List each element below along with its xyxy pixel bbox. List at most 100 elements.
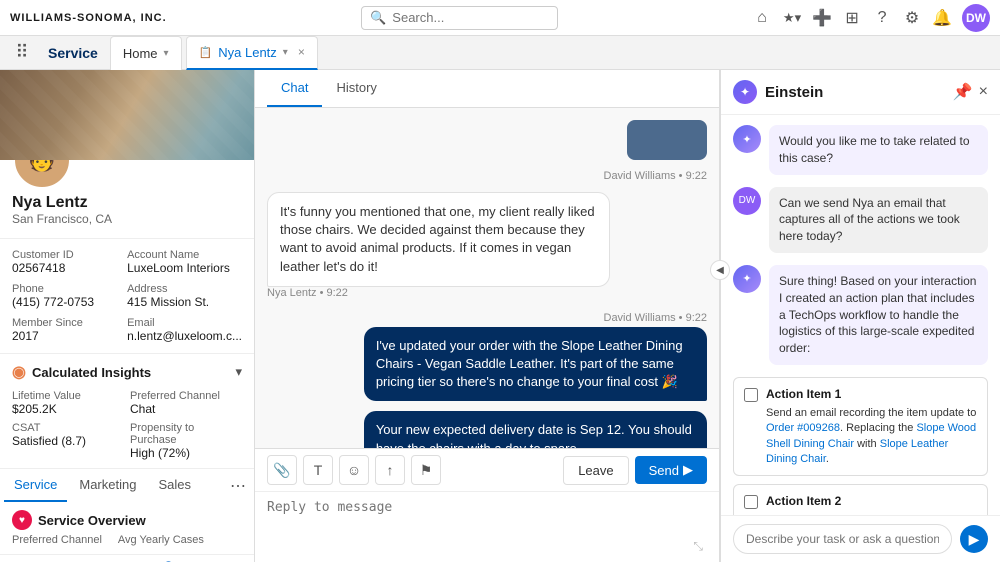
member-since-value: 2017 <box>12 329 119 343</box>
emoji-button[interactable]: ☺ <box>339 455 369 485</box>
left-panel-tabs: Service Marketing Sales ⋯ <box>0 468 254 502</box>
attach-button[interactable]: 📎 <box>267 455 297 485</box>
einstein-send-button[interactable]: ▶ <box>960 525 988 553</box>
action-2-content: Action Item 2 Order #009268 is a large-s… <box>766 493 977 515</box>
einstein-msg-2-text: Sure thing! Based on your interaction I … <box>769 265 988 365</box>
action-1-order-link[interactable]: Order #009268 <box>766 422 840 434</box>
tab-bar: ⠿ Service Home ▾ 📋 Nya Lentz ▾ × <box>0 36 1000 70</box>
einstein-input[interactable] <box>733 524 952 554</box>
message-2-bubble: I've updated your order with the Slope L… <box>364 327 707 402</box>
preferred-channel-value: Chat <box>130 402 242 416</box>
csat-label: CSAT <box>12 422 124 434</box>
action-2-checkbox[interactable] <box>744 495 758 509</box>
collapse-button[interactable]: ◀ <box>710 260 730 280</box>
customer-tab[interactable]: 📋 Nya Lentz ▾ × <box>186 36 318 70</box>
avg-yearly-cases-col: Avg Yearly Cases <box>118 534 204 546</box>
customer-location: San Francisco, CA <box>12 212 242 226</box>
member-since-group: Member Since 2017 <box>12 317 119 343</box>
email-value: n.lentz@luxeloom.c... <box>127 329 242 343</box>
main-layout: 🧑 Nya Lentz San Francisco, CA Customer I… <box>0 70 1000 562</box>
favorites-icon[interactable]: ★▾ <box>782 8 802 28</box>
marketing-sub-tab[interactable]: Marketing <box>69 469 146 502</box>
help-icon[interactable]: ? <box>872 8 892 28</box>
address-value: 415 Mission St. <box>127 295 242 309</box>
einstein-title: Einstein <box>765 84 945 101</box>
transfer-button[interactable]: ↑ <box>375 455 405 485</box>
search-icon: 🔍 <box>370 10 386 26</box>
preferred-channel-item: Preferred Channel Chat <box>130 390 242 416</box>
service-sub-tab[interactable]: Service <box>4 469 67 502</box>
image-bubble <box>627 120 707 160</box>
home-tab[interactable]: Home ▾ <box>110 36 182 70</box>
email-group: Email n.lentz@luxeloom.c... <box>127 317 242 343</box>
preferred-channel-label: Preferred Channel <box>130 390 242 402</box>
einstein-close-button[interactable]: × <box>979 83 988 101</box>
preferred-channel-col: Preferred Channel <box>12 534 102 546</box>
message-2-meta: David Williams • 9:22 <box>604 312 708 324</box>
propensity-value: High (72%) <box>130 446 242 460</box>
top-nav: WILLIAMS-SONOMA, INC. 🔍 ⌂ ★▾ ➕ ⊞ ? ⚙ 🔔 D… <box>0 0 1000 36</box>
more-tabs-button[interactable]: ⋯ <box>226 472 250 500</box>
sales-sub-tab[interactable]: Sales <box>148 469 201 502</box>
grid-nav-icon[interactable]: ⊞ <box>842 8 862 28</box>
user-avatar[interactable]: DW <box>962 4 990 32</box>
home-tab-dropdown-icon[interactable]: ▾ <box>164 48 169 59</box>
add-icon[interactable]: ➕ <box>812 8 832 28</box>
csat-item: CSAT Satisfied (8.7) <box>12 422 124 460</box>
einstein-msg-1: ✦ Would you like me to take related to t… <box>733 125 988 175</box>
lifetime-value-value: $205.2K <box>12 402 124 416</box>
user-msg-1-text: Can we send Nya an email that captures a… <box>769 187 988 253</box>
chat-tab[interactable]: Chat <box>267 70 322 107</box>
einstein-header: ✦ Einstein 📌 × <box>721 70 1000 115</box>
message-1-bubble: It's funny you mentioned that one, my cl… <box>267 192 610 287</box>
insights-expand-icon[interactable]: ▾ <box>235 364 242 380</box>
action-2-title: Action Item 2 <box>766 493 977 510</box>
action-1-text-3: with <box>854 438 880 450</box>
einstein-logo-icon: ✦ <box>733 80 757 104</box>
image-message-row <box>267 120 707 160</box>
reply-input[interactable] <box>267 500 707 536</box>
customer-tab-close-icon[interactable]: × <box>298 45 305 59</box>
insights-section: ◉ Calculated Insights ▾ Lifetime Value $… <box>0 353 254 468</box>
message-3-bubble: Your new expected delivery date is Sep 1… <box>364 411 707 448</box>
einstein-pin-button[interactable]: 📌 <box>953 82 973 102</box>
action-1-text-2: . Replacing the <box>840 422 916 434</box>
insights-title: ◉ Calculated Insights <box>12 362 151 382</box>
action-1-text-1: Send an email recording the item update … <box>766 407 976 419</box>
search-input[interactable] <box>392 10 548 25</box>
search-bar[interactable]: 🔍 <box>361 6 557 30</box>
insights-icon: ◉ <box>12 362 26 382</box>
action-1-content: Action Item 1 Send an email recording th… <box>766 386 977 467</box>
insights-header: ◉ Calculated Insights ▾ <box>12 362 242 382</box>
propensity-label: Propensity to Purchase <box>130 422 242 446</box>
account-name-value: LuxeLoom Interiors <box>127 261 242 275</box>
resize-handle: ⤡ <box>267 539 707 554</box>
history-tab[interactable]: History <box>322 70 390 107</box>
chat-messages: David Williams • 9:22 It's funny you men… <box>255 108 719 448</box>
nav-icons: ⌂ ★▾ ➕ ⊞ ? ⚙ 🔔 DW <box>752 4 990 32</box>
action-1-checkbox[interactable] <box>744 388 758 402</box>
customer-tab-dropdown-icon[interactable]: ▾ <box>283 47 288 58</box>
action-item-2: Action Item 2 Order #009268 is a large-s… <box>733 484 988 515</box>
flag-button[interactable]: ⚑ <box>411 455 441 485</box>
format-button[interactable]: T <box>303 455 333 485</box>
settings-icon[interactable]: ⚙ <box>902 8 922 28</box>
bell-icon[interactable]: 🔔 <box>932 8 952 28</box>
einstein-header-actions: 📌 × <box>953 82 988 102</box>
home-tab-label: Home <box>123 46 158 61</box>
app-launcher-button[interactable]: ⠿ <box>8 39 36 67</box>
leave-button[interactable]: Leave <box>563 456 628 485</box>
overview-columns: Preferred Channel Avg Yearly Cases <box>12 534 242 546</box>
message-1: It's funny you mentioned that one, my cl… <box>267 192 707 302</box>
lifetime-value-label: Lifetime Value <box>12 390 124 402</box>
customer-tab-label: Nya Lentz <box>218 45 277 60</box>
heart-icon: ♥ <box>12 510 32 530</box>
phone-group: Phone (415) 772-0753 <box>12 283 119 309</box>
csat-value: Satisfied (8.7) <box>12 434 124 448</box>
send-button[interactable]: Send ▶ <box>635 456 707 484</box>
home-nav-icon[interactable]: ⌂ <box>752 8 772 28</box>
user-avatar-small: DW <box>733 187 761 215</box>
message-3: Your new expected delivery date is Sep 1… <box>267 411 707 448</box>
action-1-text-4: . <box>826 453 829 465</box>
lifetime-value-item: Lifetime Value $205.2K <box>12 390 124 416</box>
